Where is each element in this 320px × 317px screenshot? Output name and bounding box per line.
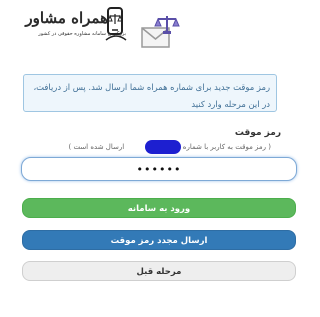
phone-scales-icon bbox=[105, 7, 127, 41]
logo-title: همراه مشاور bbox=[25, 9, 108, 27]
back-button[interactable]: مرحله قبل bbox=[22, 261, 296, 281]
envelope-scales-icon bbox=[141, 16, 180, 48]
field-label: رمز موقت bbox=[234, 128, 281, 138]
header: همراه مشاور بزرگترین سامانه مشاوره حقوقی… bbox=[0, 0, 305, 62]
redaction-mark bbox=[145, 140, 181, 154]
field-hint-start: ( رمز موقت به کاربر با شماره ملی bbox=[168, 143, 271, 151]
brand-logo: همراه مشاور بزرگترین سامانه مشاوره حقوقی… bbox=[18, 6, 128, 48]
field-hint-end: ارسال شده است ) bbox=[68, 143, 125, 151]
resend-code-button[interactable]: ارسال مجدد رمز موقت bbox=[22, 230, 296, 250]
temp-code-input[interactable] bbox=[21, 157, 297, 181]
login-button[interactable]: ورود به سامانه bbox=[22, 198, 296, 218]
info-alert: رمز موقت جدید برای شماره همراه شما ارسال… bbox=[23, 74, 277, 112]
